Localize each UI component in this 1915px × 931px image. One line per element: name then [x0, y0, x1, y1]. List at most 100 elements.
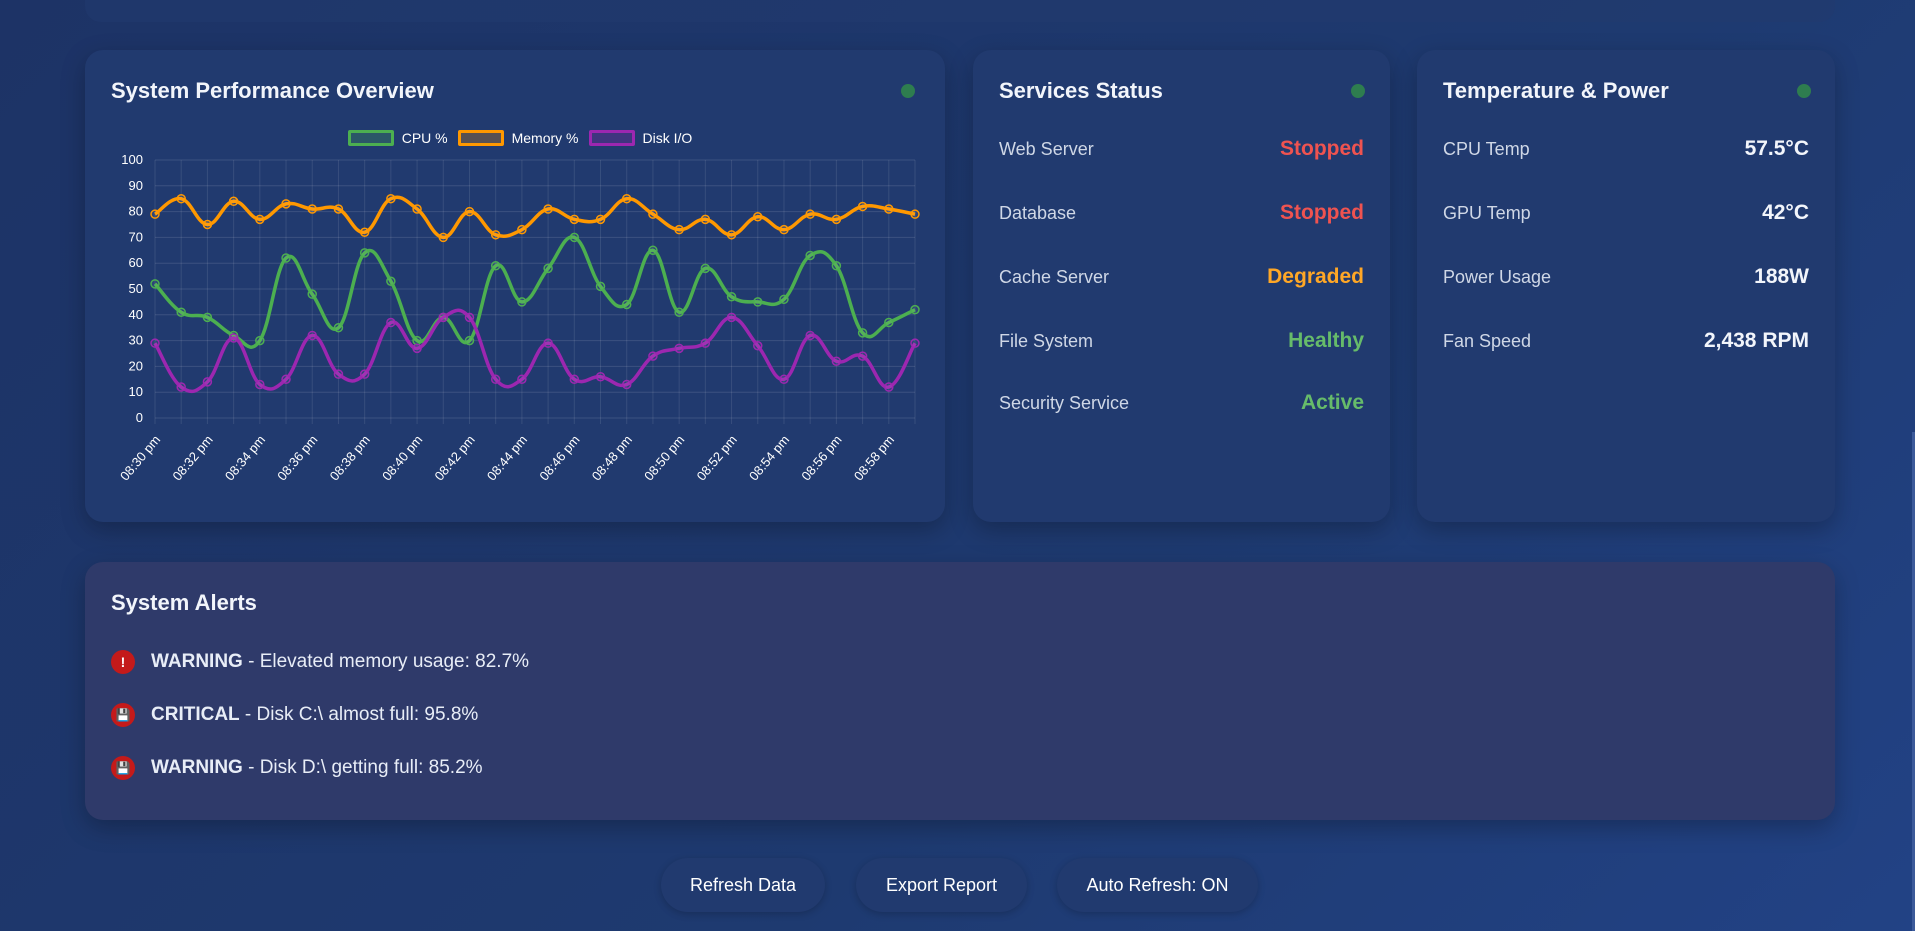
- data-point-cpu: [281, 253, 291, 263]
- data-point-memory: [228, 196, 239, 207]
- data-point-memory: [726, 230, 737, 240]
- data-point-memory: [779, 224, 789, 235]
- data-point-memory: [621, 193, 632, 204]
- alert-message: - Disk D:\ getting full: 85.2%: [242, 757, 483, 778]
- data-point-memory: [910, 209, 920, 219]
- y-tick-label: 40: [129, 307, 143, 322]
- data-point-memory: [490, 230, 501, 240]
- service-row-database: Database Stopped: [999, 198, 1364, 228]
- data-point-memory: [700, 214, 711, 225]
- data-point-disk-i-o: [648, 351, 658, 361]
- y-tick-label: 100: [121, 152, 143, 167]
- service-status: Stopped: [1280, 201, 1364, 224]
- service-row-security-service: Security Service Active: [999, 388, 1364, 418]
- floppy-disk-icon: 💾: [111, 756, 135, 780]
- x-tick-label: 08:34 pm: [222, 432, 268, 483]
- data-point-disk-i-o: [386, 317, 396, 328]
- data-point-disk-i-o: [910, 338, 920, 348]
- data-point-cpu: [884, 317, 894, 328]
- data-point-cpu: [255, 335, 265, 346]
- data-point-cpu: [464, 335, 475, 346]
- data-point-cpu: [386, 276, 396, 287]
- data-point-memory: [150, 209, 160, 219]
- data-point-cpu: [805, 250, 815, 261]
- x-tick-label: 08:32 pm: [169, 432, 215, 483]
- data-point-memory: [831, 214, 842, 225]
- auto-refresh-toggle[interactable]: Auto Refresh: ON: [1057, 858, 1258, 912]
- x-tick-label: 08:58 pm: [851, 432, 897, 483]
- data-point-cpu: [621, 299, 632, 310]
- y-tick-label: 70: [129, 229, 143, 244]
- data-point-cpu: [831, 261, 842, 271]
- data-point-memory: [202, 219, 213, 230]
- data-point-cpu: [753, 297, 763, 307]
- service-row-file-system: File System Healthy: [999, 326, 1364, 356]
- metric-row-cpu-temp: CPU Temp 57.5°C: [1443, 134, 1809, 164]
- metric-label: CPU Temp: [1443, 138, 1530, 159]
- metric-row-gpu-temp: GPU Temp 42°C: [1443, 198, 1809, 228]
- services-status-dot: [1351, 84, 1365, 98]
- service-row-cache-server: Cache Server Degraded: [999, 262, 1364, 292]
- performance-chart[interactable]: 010203040506070809010008:30 pm 08:32 pm 08…: [85, 50, 945, 522]
- y-tick-label: 50: [129, 281, 143, 296]
- data-point-disk-i-o: [621, 379, 632, 390]
- alert-text: WARNING - Disk D:\ getting full: 85.2%: [151, 757, 483, 779]
- data-point-memory: [884, 204, 894, 214]
- data-point-memory: [281, 199, 291, 209]
- service-label: File System: [999, 330, 1094, 351]
- data-point-memory: [543, 204, 553, 214]
- data-point-disk-i-o: [255, 379, 265, 390]
- x-tick-label: 08:42 pm: [431, 432, 477, 483]
- top-panel-edge: [85, 0, 1835, 22]
- x-tick-label: 08:48 pm: [589, 432, 635, 483]
- data-point-memory: [438, 232, 449, 243]
- x-tick-label: 08:40 pm: [379, 432, 425, 483]
- data-point-memory: [569, 214, 580, 225]
- data-point-disk-i-o: [779, 374, 789, 385]
- alert-text: WARNING - Elevated memory usage: 82.7%: [151, 651, 529, 673]
- temperature-status-dot: [1797, 84, 1811, 98]
- data-point-disk-i-o: [464, 312, 475, 323]
- alert-item: 💾 CRITICAL - Disk C:\ almost full: 95.8%: [111, 703, 478, 727]
- data-point-cpu: [202, 312, 213, 323]
- temperature-card: Temperature & Power CPU Temp 57.5°C GPU …: [1417, 50, 1835, 522]
- data-point-disk-i-o: [150, 338, 160, 348]
- data-point-memory: [648, 209, 658, 219]
- data-point-memory: [517, 224, 527, 235]
- y-tick-label: 30: [129, 333, 143, 348]
- data-point-disk-i-o: [543, 338, 553, 348]
- data-point-cpu: [307, 289, 317, 299]
- service-row-web-server: Web Server Stopped: [999, 134, 1364, 164]
- data-point-memory: [176, 193, 186, 204]
- alert-level: CRITICAL: [151, 704, 240, 725]
- refresh-data-button[interactable]: Refresh Data: [661, 858, 825, 912]
- services-card: Services Status Web Server Stopped Datab…: [973, 50, 1390, 522]
- x-tick-label: 08:54 pm: [746, 432, 792, 483]
- series-line-disk-i-o: [153, 308, 917, 394]
- data-point-disk-i-o: [517, 374, 527, 385]
- data-point-memory: [412, 204, 422, 214]
- data-point-disk-i-o: [412, 343, 422, 354]
- data-point-cpu: [910, 304, 920, 315]
- data-point-disk-i-o: [228, 333, 239, 343]
- service-label: Security Service: [999, 392, 1130, 413]
- x-tick-label: 08:52 pm: [694, 432, 740, 483]
- data-point-disk-i-o: [490, 374, 501, 385]
- y-tick-label: 20: [129, 358, 143, 373]
- alert-level: WARNING: [151, 757, 243, 778]
- data-point-memory: [464, 206, 475, 217]
- data-point-cpu: [176, 307, 186, 317]
- alert-message: - Elevated memory usage: 82.7%: [242, 651, 530, 672]
- service-label: Database: [999, 202, 1077, 223]
- y-tick-label: 10: [129, 384, 143, 399]
- data-point-memory: [857, 201, 868, 212]
- x-tick-label: 08:36 pm: [274, 432, 320, 483]
- export-report-button[interactable]: Export Report: [856, 858, 1027, 912]
- data-point-memory: [595, 214, 606, 225]
- data-point-cpu: [648, 245, 658, 256]
- metric-value: 2,438 RPM: [1703, 329, 1809, 352]
- series-line-memory: [153, 195, 916, 240]
- data-point-disk-i-o: [281, 374, 291, 385]
- data-point-memory: [333, 204, 344, 214]
- data-point-memory: [359, 227, 370, 237]
